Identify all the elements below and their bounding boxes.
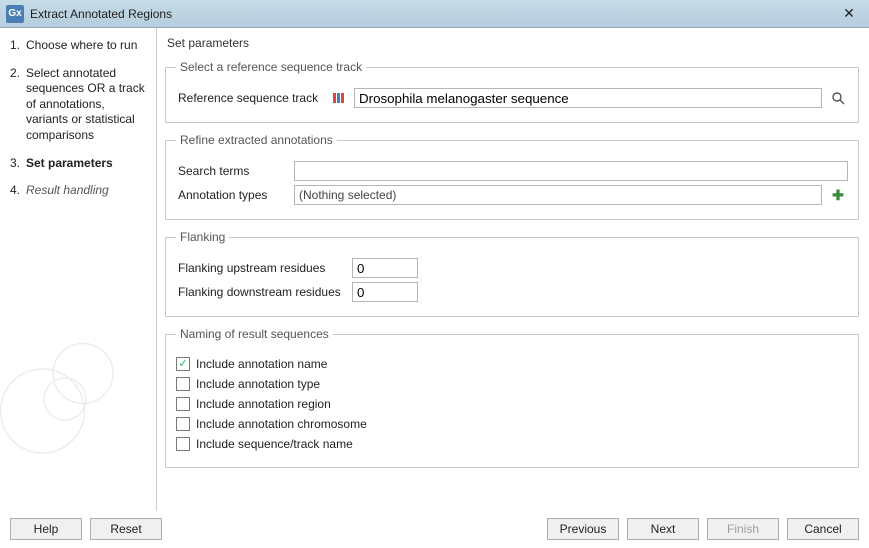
cancel-button[interactable]: Cancel <box>787 518 859 540</box>
checkbox[interactable] <box>176 437 190 451</box>
checkbox-row[interactable]: Include annotation name <box>176 357 848 371</box>
titlebar: Gx Extract Annotated Regions ✕ <box>0 0 869 28</box>
wizard-step-current[interactable]: 3. Set parameters <box>10 156 148 172</box>
wizard-step[interactable]: 2. Select annotated sequences OR a track… <box>10 66 148 144</box>
checkbox[interactable] <box>176 377 190 391</box>
reset-button[interactable]: Reset <box>90 518 162 540</box>
search-terms-input[interactable] <box>294 161 848 181</box>
annotation-types-label: Annotation types <box>176 188 288 202</box>
refine-group: Refine extracted annotations Search term… <box>165 133 859 220</box>
flank-down-label: Flanking downstream residues <box>176 285 346 299</box>
panel-title: Set parameters <box>167 36 859 50</box>
footer: Help Reset Previous Next Finish Cancel <box>0 511 869 547</box>
search-terms-label: Search terms <box>176 164 288 178</box>
flank-down-input[interactable] <box>352 282 418 302</box>
checkbox-row[interactable]: Include sequence/track name <box>176 437 848 451</box>
checkbox-row[interactable]: Include annotation chromosome <box>176 417 848 431</box>
app-icon: Gx <box>6 5 24 23</box>
checkbox-label: Include annotation chromosome <box>196 417 367 431</box>
wizard-step[interactable]: 4. Result handling <box>10 183 148 199</box>
checkbox[interactable] <box>176 417 190 431</box>
window-title: Extract Annotated Regions <box>30 7 829 21</box>
reference-track-input[interactable] <box>354 88 822 108</box>
checkbox[interactable] <box>176 397 190 411</box>
finish-button: Finish <box>707 518 779 540</box>
checkbox-label: Include annotation name <box>196 357 327 371</box>
checkbox-label: Include sequence/track name <box>196 437 353 451</box>
flank-up-label: Flanking upstream residues <box>176 261 346 275</box>
watermark-icon <box>0 321 140 471</box>
flank-up-input[interactable] <box>352 258 418 278</box>
add-icon[interactable]: ✚ <box>828 185 848 205</box>
checkbox-label: Include annotation region <box>196 397 331 411</box>
checkbox-row[interactable]: Include annotation region <box>176 397 848 411</box>
checkbox[interactable] <box>176 357 190 371</box>
wizard-step[interactable]: 1. Choose where to run <box>10 38 148 54</box>
close-icon[interactable]: ✕ <box>835 5 863 22</box>
reference-group: Select a reference sequence track Refere… <box>165 60 859 123</box>
help-button[interactable]: Help <box>10 518 82 540</box>
reference-label: Reference sequence track <box>176 91 322 105</box>
previous-button[interactable]: Previous <box>547 518 619 540</box>
checkbox-label: Include annotation type <box>196 377 320 391</box>
checkbox-row[interactable]: Include annotation type <box>176 377 848 391</box>
next-button[interactable]: Next <box>627 518 699 540</box>
content-panel: Set parameters Select a reference sequen… <box>157 28 869 511</box>
track-icon <box>328 88 348 108</box>
annotation-types-select[interactable]: (Nothing selected) <box>294 185 822 205</box>
naming-group: Naming of result sequences Include annot… <box>165 327 859 468</box>
wizard-sidebar: 1. Choose where to run 2. Select annotat… <box>0 28 157 511</box>
browse-icon[interactable] <box>828 88 848 108</box>
flanking-group: Flanking Flanking upstream residues Flan… <box>165 230 859 317</box>
